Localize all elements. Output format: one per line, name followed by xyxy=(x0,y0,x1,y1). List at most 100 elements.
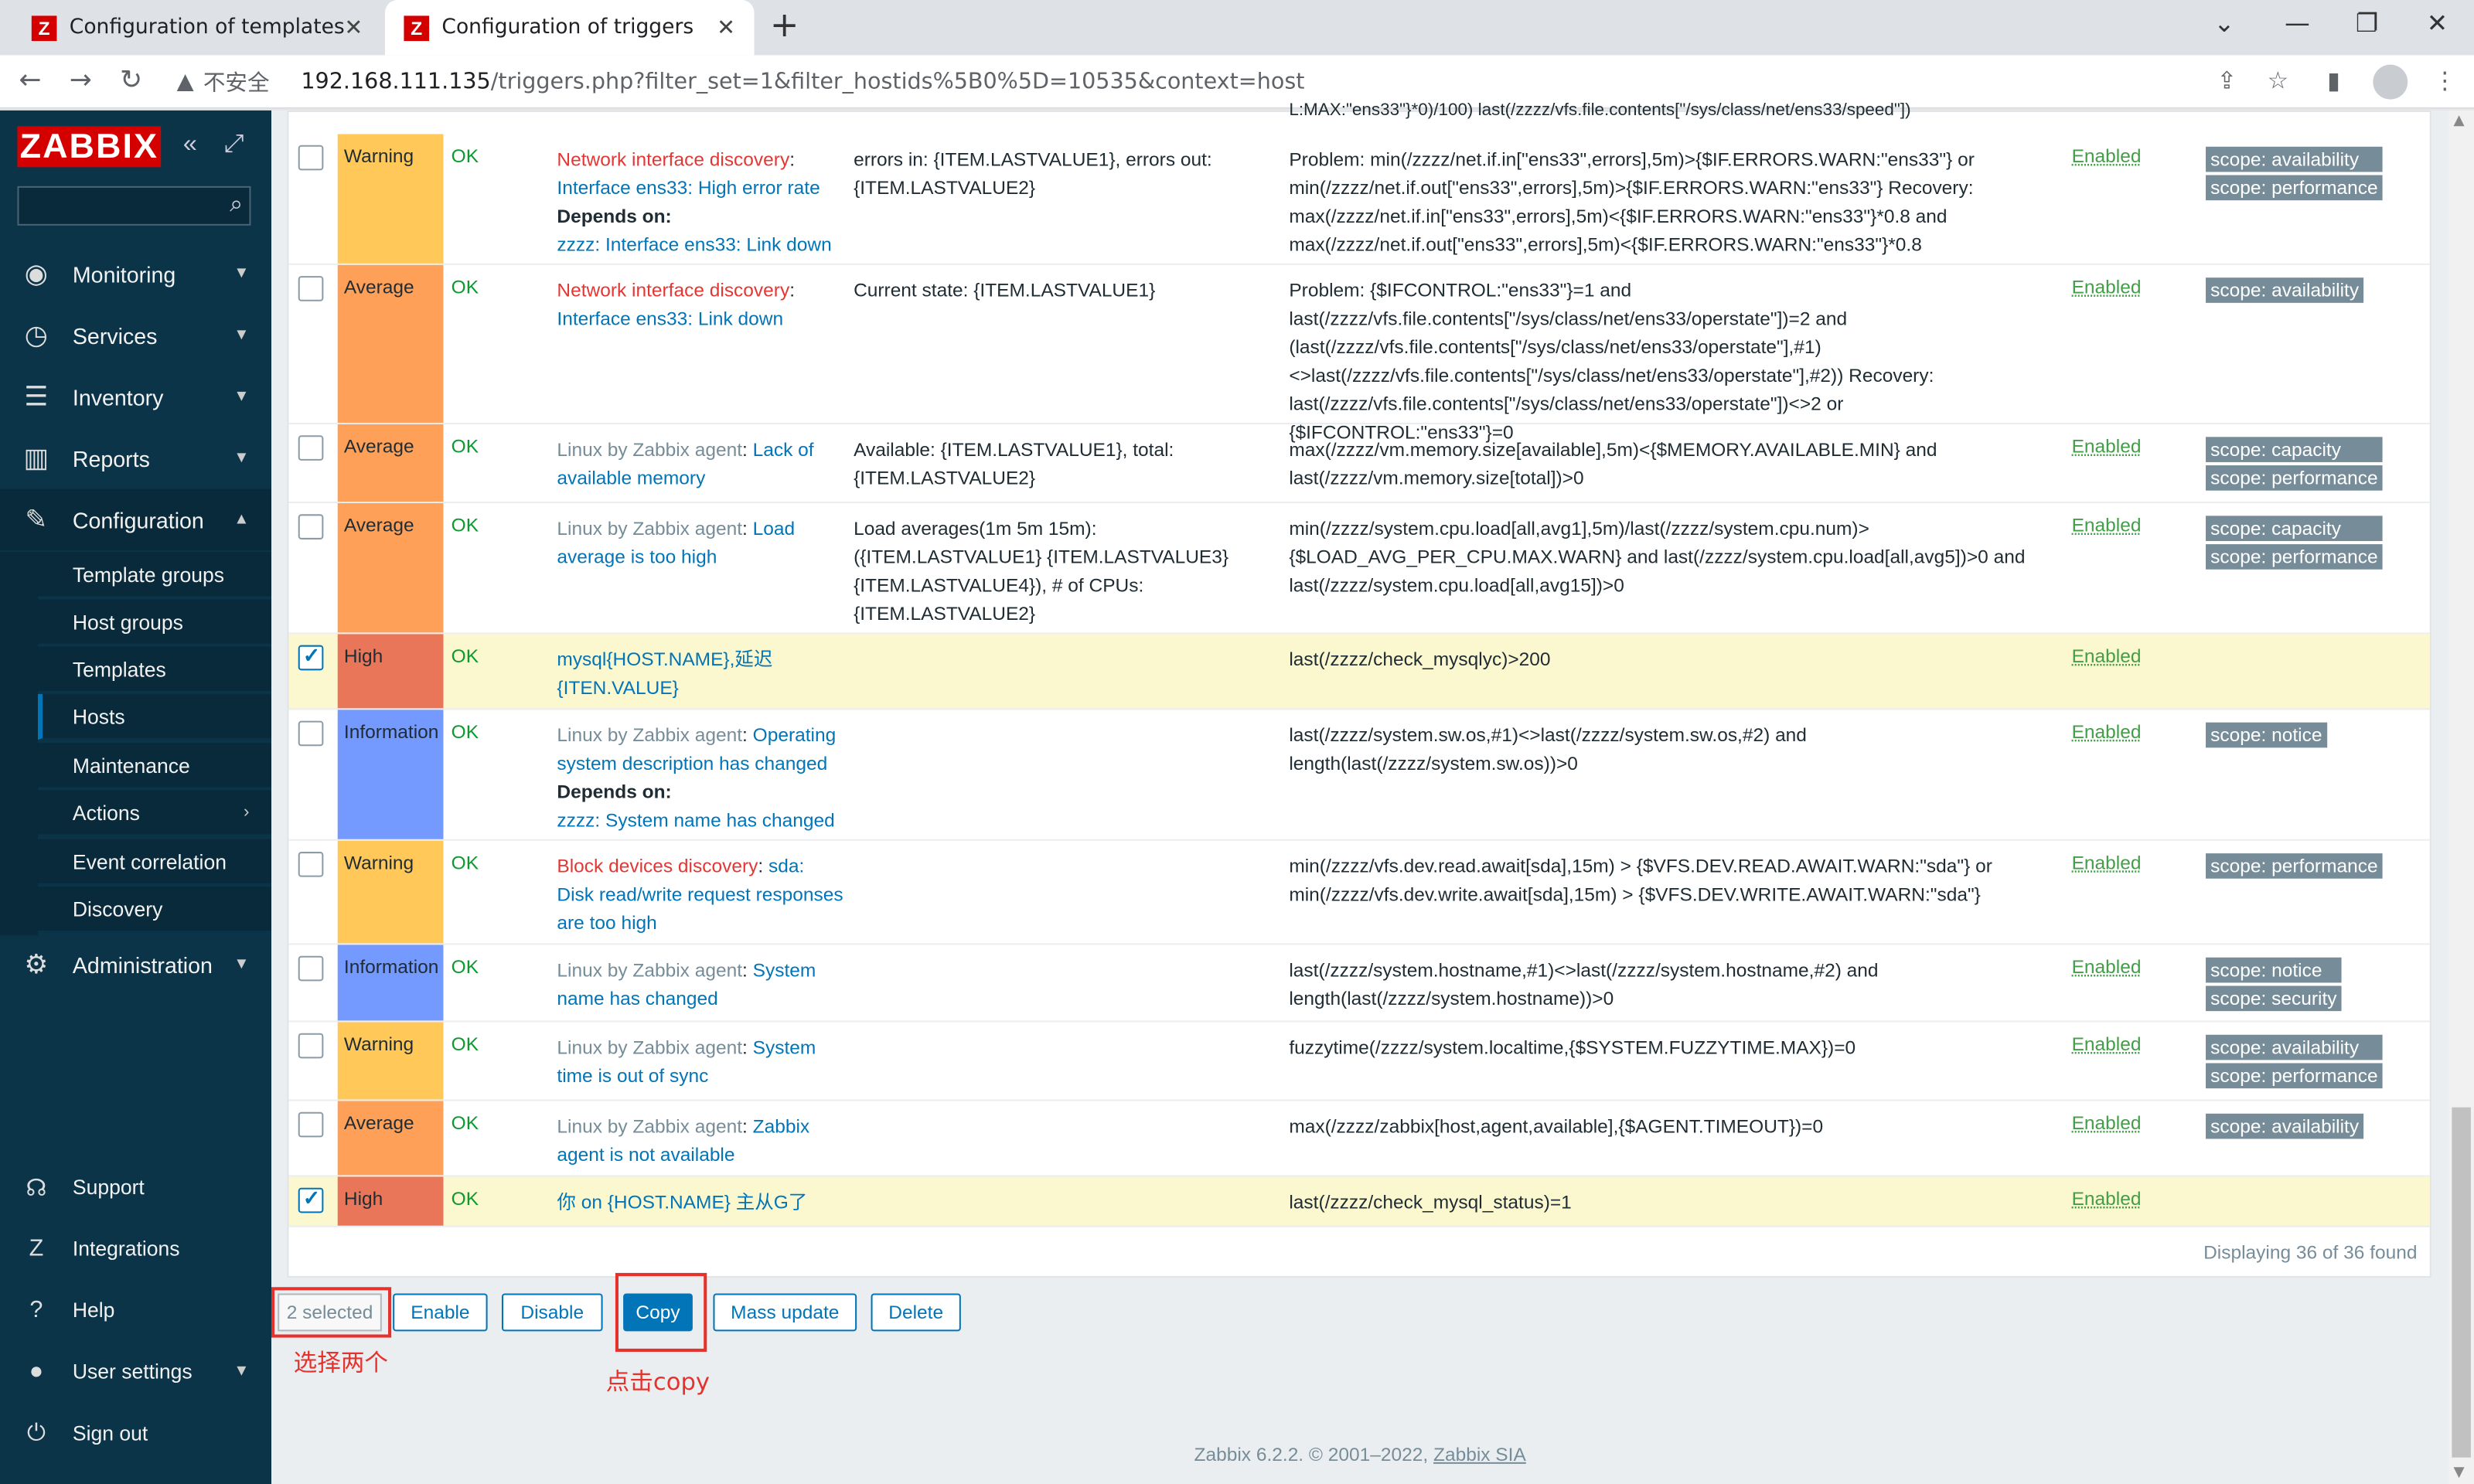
sidepanel-icon[interactable]: ▮ xyxy=(2327,66,2340,95)
search-input[interactable]: ⌕ xyxy=(17,186,251,226)
submenu-hosts[interactable]: Hosts xyxy=(37,693,272,740)
menu-reports[interactable]: ▥ Reports ▼ xyxy=(0,427,271,489)
mass-update-button[interactable]: Mass update xyxy=(713,1293,857,1332)
tag-badge[interactable]: scope: availability xyxy=(2206,1034,2383,1060)
trigger-name-link[interactable]: 你 on {HOST.NAME} 主从G了 xyxy=(557,1191,807,1213)
status-toggle[interactable]: Enabled xyxy=(2072,514,2142,536)
forward-icon[interactable]: → xyxy=(70,65,92,97)
enable-button[interactable]: Enable xyxy=(393,1293,488,1332)
browser-tab-templates[interactable]: Z Configuration of templates ✕ xyxy=(12,0,382,55)
menu-user-settings[interactable]: ● User settings ▼ xyxy=(0,1341,271,1403)
submenu-discovery[interactable]: Discovery xyxy=(37,886,272,933)
submenu-maintenance[interactable]: Maintenance xyxy=(37,743,272,789)
tag-badge[interactable]: scope: availability xyxy=(2206,277,2364,303)
status-toggle[interactable]: Enabled xyxy=(2072,1033,2142,1056)
tab-search-icon[interactable]: ⌄ xyxy=(2213,8,2234,38)
submenu-host-groups[interactable]: Host groups xyxy=(37,599,272,645)
row-checkbox[interactable] xyxy=(298,1033,324,1059)
tag-badge[interactable]: scope: notice xyxy=(2206,722,2327,748)
status-toggle[interactable]: Enabled xyxy=(2072,852,2142,874)
tag-badge[interactable]: scope: performance xyxy=(2206,465,2383,491)
menu-integrations[interactable]: Z Integrations xyxy=(0,1217,271,1279)
row-checkbox[interactable] xyxy=(298,1186,324,1213)
menu-inventory[interactable]: ☰ Inventory ▼ xyxy=(0,366,271,427)
zabbix-sia-link[interactable]: Zabbix SIA xyxy=(1433,1443,1526,1465)
row-checkbox[interactable] xyxy=(298,1111,324,1138)
tag-badge[interactable]: scope: availability xyxy=(2206,146,2383,172)
new-tab-icon[interactable]: + xyxy=(770,6,799,46)
row-checkbox[interactable] xyxy=(298,145,324,171)
row-checkbox[interactable] xyxy=(298,644,324,671)
trigger-name-link[interactable]: mysql{HOST.NAME},延迟{ITEN.VALUE} xyxy=(557,648,772,699)
depends-on-link[interactable]: zzzz: System name has changed xyxy=(557,809,834,832)
template-link[interactable]: Network interface discovery xyxy=(557,148,789,171)
submenu-event-correlation[interactable]: Event correlation xyxy=(37,839,272,885)
kiosk-mode-icon[interactable]: ⤢ xyxy=(224,131,244,159)
browser-tab-triggers[interactable]: Z Configuration of triggers ✕ xyxy=(384,0,755,56)
reload-icon[interactable]: ↻ xyxy=(120,65,142,97)
url-field[interactable]: ▲ 不安全 192.168.111.135/triggers.php?filte… xyxy=(177,65,1305,100)
status-toggle[interactable]: Enabled xyxy=(2072,435,2142,458)
tag-badge[interactable]: scope: capacity xyxy=(2206,516,2383,541)
row-checkbox[interactable] xyxy=(298,852,324,877)
trigger-name-link[interactable]: Interface ens33: High error rate xyxy=(557,177,820,199)
close-window-icon[interactable]: ✕ xyxy=(2427,8,2448,38)
share-icon[interactable]: ⇪ xyxy=(2217,66,2237,95)
trigger-name-link[interactable]: Interface ens33: Link down xyxy=(557,308,783,330)
row-checkbox[interactable] xyxy=(298,276,324,301)
close-icon[interactable]: ✕ xyxy=(344,15,363,40)
submenu-actions[interactable]: Actions › xyxy=(37,790,272,836)
menu-sign-out[interactable]: ⏻ Sign out xyxy=(0,1402,271,1464)
template-link[interactable]: Linux by Zabbix agent xyxy=(557,1036,742,1059)
tag-badge[interactable]: scope: performance xyxy=(2206,1063,2383,1089)
template-link[interactable]: Linux by Zabbix agent xyxy=(557,724,742,747)
scrollbar-thumb[interactable] xyxy=(2452,1107,2471,1458)
tag-badge[interactable]: scope: performance xyxy=(2206,853,2383,879)
profile-avatar[interactable] xyxy=(2373,64,2408,100)
menu-configuration[interactable]: ✎ Configuration ▲ xyxy=(0,488,272,551)
row-checkbox[interactable] xyxy=(298,435,324,461)
row-checkbox[interactable] xyxy=(298,514,324,539)
scroll-up-icon[interactable]: ▲ xyxy=(2453,114,2464,129)
collapse-sidebar-icon[interactable]: « xyxy=(183,131,197,159)
menu-help[interactable]: ? Help xyxy=(0,1279,271,1341)
tag-badge[interactable]: scope: notice xyxy=(2206,957,2342,983)
menu-kebab-icon[interactable]: ⋮ xyxy=(2433,66,2457,95)
menu-services[interactable]: ◷ Services ▼ xyxy=(0,305,271,366)
page-scrollbar[interactable]: ▲ ▼ xyxy=(2448,110,2474,1484)
menu-administration[interactable]: ⚙ Administration ▼ xyxy=(0,934,271,996)
tag-badge[interactable]: scope: security xyxy=(2206,985,2342,1012)
template-link[interactable]: Block devices discovery xyxy=(557,855,758,877)
menu-support[interactable]: ☊ Support xyxy=(0,1156,271,1218)
submenu-template-groups[interactable]: Template groups xyxy=(37,552,272,598)
template-link[interactable]: Linux by Zabbix agent xyxy=(557,1115,742,1138)
status-toggle[interactable]: Enabled xyxy=(2072,721,2142,744)
restore-icon[interactable]: ❐ xyxy=(2356,8,2378,38)
submenu-templates[interactable]: Templates xyxy=(37,646,272,693)
status-toggle[interactable]: Enabled xyxy=(2072,645,2142,668)
row-checkbox[interactable] xyxy=(298,720,324,747)
close-icon[interactable]: ✕ xyxy=(717,15,735,40)
template-link[interactable]: Linux by Zabbix agent xyxy=(557,438,742,461)
status-toggle[interactable]: Enabled xyxy=(2072,145,2142,168)
menu-monitoring[interactable]: ◉ Monitoring ▼ xyxy=(0,243,271,305)
search-icon[interactable]: ⌕ xyxy=(230,191,243,218)
disable-button[interactable]: Disable xyxy=(501,1293,603,1332)
tag-badge[interactable]: scope: performance xyxy=(2206,175,2383,201)
scroll-down-icon[interactable]: ▼ xyxy=(2453,1465,2464,1481)
status-toggle[interactable]: Enabled xyxy=(2072,1112,2142,1135)
status-toggle[interactable]: Enabled xyxy=(2072,1188,2142,1210)
tag-badge[interactable]: scope: availability xyxy=(2206,1113,2364,1139)
tag-badge[interactable]: scope: performance xyxy=(2206,544,2383,570)
back-icon[interactable]: ← xyxy=(19,65,41,97)
status-toggle[interactable]: Enabled xyxy=(2072,276,2142,298)
depends-on-link[interactable]: zzzz: Interface ens33: Link down xyxy=(557,233,831,256)
row-checkbox[interactable] xyxy=(298,955,324,982)
bookmark-star-icon[interactable]: ☆ xyxy=(2268,66,2288,95)
template-link[interactable]: Network interface discovery xyxy=(557,279,789,301)
zabbix-logo[interactable]: ZABBIX xyxy=(17,126,162,168)
minimize-icon[interactable]: — xyxy=(2285,8,2310,38)
status-toggle[interactable]: Enabled xyxy=(2072,956,2142,979)
delete-button[interactable]: Delete xyxy=(871,1293,961,1332)
template-link[interactable]: Linux by Zabbix agent xyxy=(557,959,742,982)
